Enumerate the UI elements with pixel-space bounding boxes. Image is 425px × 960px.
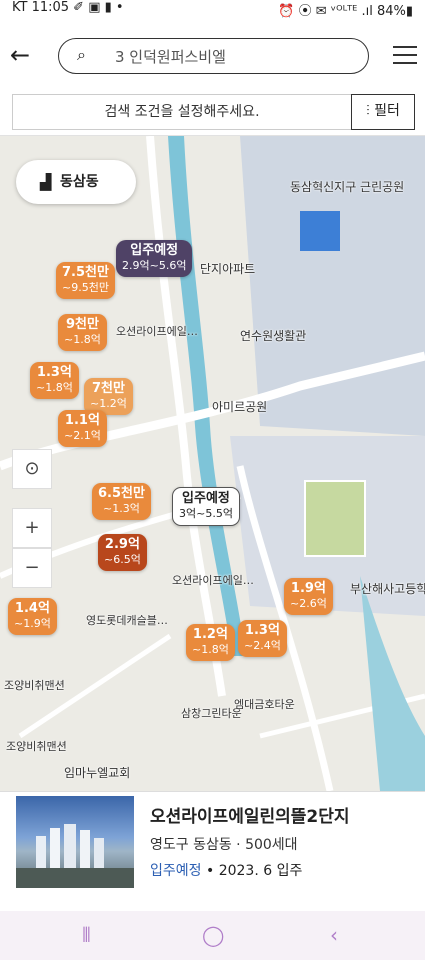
price-pin[interactable]: 2.9억 ~6.5억 <box>98 534 147 571</box>
map-label: 조양비취맨션 <box>6 740 67 753</box>
map-label: 임마누엘교회 <box>64 766 131 780</box>
status-left: KT 11:05 ✐ ▣ ▮ • <box>12 0 124 15</box>
apartment-card[interactable]: 오션라이프에일린의뜰2단지 영도구 동삼동 · 500세대 입주예정 • 202… <box>0 791 425 911</box>
apartment-title: 오션라이프에일린의뜰2단지 <box>150 807 350 827</box>
region-button[interactable]: ▟ 동삼동 <box>16 160 136 204</box>
apartment-thumbnail <box>16 796 134 888</box>
system-nav: ⦀ ◯ ‹ <box>0 911 425 960</box>
condition-button[interactable]: 검색 조건을 설정해주세요. <box>12 94 352 130</box>
price-pin[interactable]: 1.3억 ~2.4억 <box>238 620 287 657</box>
move-in-date: • 2023. 6 입주 <box>205 863 303 879</box>
map-label: 오션라이프에일… <box>116 325 198 338</box>
hamburger-icon[interactable] <box>393 46 417 70</box>
home-icon[interactable]: ◯ <box>202 923 224 947</box>
filter-label: 필터 <box>374 103 400 119</box>
map-label: 단지아파트 <box>200 262 256 276</box>
status-bar: KT 11:05 ✐ ▣ ▮ • ⏰ ⦿ ✉ ᵛᴼᴸᵀᴱ .ıl 84%▮ <box>0 0 425 28</box>
map-label: 엠대금호타운 <box>234 698 295 711</box>
map-label: 부산해사고등학교 <box>350 582 425 596</box>
filter-button[interactable]: ⫶ 필터 <box>351 94 415 130</box>
price-pin[interactable]: 1.9억 ~2.6억 <box>284 578 333 615</box>
price-pin[interactable]: 7.5천만 ~9.5천만 <box>56 262 115 299</box>
price-pin[interactable]: 1.1억 ~2.1억 <box>58 410 107 447</box>
price-pin[interactable]: 9천만 ~1.8억 <box>58 314 107 351</box>
map-label: 영도롯데캐슬블… <box>86 614 168 627</box>
zoom-out-icon[interactable]: − <box>12 548 52 588</box>
apartment-sub: 영도구 동삼동 · 500세대 <box>150 837 298 853</box>
price-pin[interactable]: 입주예정 2.9억~5.6억 <box>116 240 193 277</box>
search-icon: ⌕ <box>77 45 86 64</box>
map-label: 동삼혁신지구 근린공원 <box>290 180 405 194</box>
zoom-in-icon[interactable]: + <box>12 508 52 548</box>
back-nav-icon[interactable]: ‹ <box>330 923 338 947</box>
recent-apps-icon[interactable]: ⦀ <box>82 923 91 947</box>
map-label: 삼창그린타운 <box>181 707 242 720</box>
region-label: 동삼동 <box>60 174 99 190</box>
map-label: 아미르공원 <box>212 400 268 414</box>
move-in-status: 입주예정 <box>150 863 202 879</box>
status-right: ⏰ ⦿ ✉ ᵛᴼᴸᵀᴱ .ıl 84%▮ <box>278 4 413 19</box>
price-pin[interactable]: 1.2억 ~1.8억 <box>186 624 235 661</box>
back-arrow-icon[interactable]: ← <box>10 42 40 70</box>
price-pin[interactable]: 1.4억 ~1.9억 <box>8 598 57 635</box>
chart-icon: ▟ <box>40 173 52 191</box>
apartment-status: 입주예정 • 2023. 6 입주 <box>150 860 302 880</box>
search-query: 3 인덕원퍼스비엘 <box>115 48 226 66</box>
location-icon[interactable]: ⊙ <box>12 449 52 489</box>
price-pin[interactable]: 6.5천만 ~1.3억 <box>92 483 151 520</box>
map-view[interactable]: ▟ 동삼동 동삼혁신지구 근린공원 연수원생활관 아미르공원 부산해사고등학교 … <box>0 136 425 791</box>
filter-bar: 검색 조건을 설정해주세요. ⫶ 필터 <box>0 88 425 136</box>
map-label: 연수원생활관 <box>240 329 307 343</box>
map-label: 조양비취맨션 <box>4 679 65 692</box>
price-pin[interactable]: 입주예정 3억~5.5억 <box>172 487 240 526</box>
search-header: ← ⌕ 3 인덕원퍼스비엘 <box>0 28 425 84</box>
price-pin[interactable]: 1.3억 ~1.8억 <box>30 362 79 399</box>
map-label: 오션라이프에일… <box>172 574 254 587</box>
search-input[interactable]: ⌕ 3 인덕원퍼스비엘 <box>58 38 369 74</box>
